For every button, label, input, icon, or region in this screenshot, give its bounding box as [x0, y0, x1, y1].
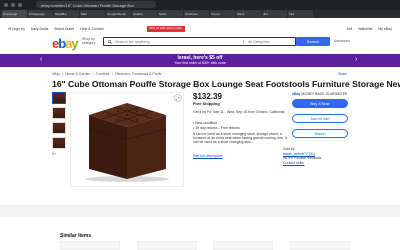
ottoman-illustration: [71, 93, 183, 186]
thumbnail[interactable]: [52, 122, 66, 134]
minimize-window-icon[interactable]: [11, 3, 15, 7]
thumbnail[interactable]: [52, 137, 66, 149]
bookmark-item[interactable]: Jira: [262, 10, 287, 18]
thumbnail[interactable]: [52, 107, 66, 119]
money-back-guarantee: eBay MONEY BACK GUARANTEE: [292, 92, 348, 96]
breadcrumb-item[interactable]: Ottomans, Footstools & Poufs: [115, 72, 162, 76]
seller-info: Sold by taisen_abbott77 (31) 98.4% Posit…: [283, 147, 353, 165]
share-link[interactable]: Share: [338, 72, 347, 76]
brand-outlet-link[interactable]: Brand Outlet: [54, 27, 74, 31]
chevron-left-icon[interactable]: ‹: [40, 56, 42, 63]
ebay-logo[interactable]: ebay: [52, 36, 79, 51]
product-title: 16" Cube Ottoman Pouffe Storage Box Loun…: [52, 79, 400, 89]
sell-link[interactable]: Sell: [346, 27, 352, 31]
address-bar[interactable]: ebay.com/itm/16" Cube Ottoman Pouffe Sto…: [36, 1, 156, 8]
thumbnail-strip: 5+: [52, 92, 66, 156]
similar-item-card[interactable]: [136, 241, 197, 250]
item-price: $132.39: [193, 92, 222, 101]
watch-button[interactable]: Watch: [292, 129, 348, 138]
watchlist-link[interactable]: Watchlist: [358, 27, 372, 31]
similar-item-card[interactable]: [289, 241, 350, 250]
advanced-search-link[interactable]: Advanced: [334, 39, 350, 43]
browser-titlebar: ebay.com/itm/16" Cube Ottoman Pouffe Sto…: [0, 0, 400, 10]
bookmark-item[interactable]: Teams: [210, 10, 235, 18]
bookmark-item[interactable]: MessBar: [54, 10, 79, 18]
similar-items-row: [60, 241, 350, 250]
breadcrumb-item[interactable]: Furniture: [96, 72, 110, 76]
category-select[interactable]: All Categories: [243, 39, 291, 44]
bookmark-item[interactable]: Grad page: [2, 10, 27, 18]
maximize-window-icon[interactable]: [18, 3, 22, 7]
search-button[interactable]: Search: [296, 37, 330, 46]
bookmark-item[interactable]: Google Books: [106, 10, 131, 18]
window-controls: [4, 3, 22, 7]
item-highlights: • New condition • 30 day returns - Free …: [193, 121, 240, 130]
bookmark-item[interactable]: Tips: [288, 10, 313, 18]
utility-right: Sell Watchlist My eBay: [346, 27, 392, 31]
promo-badge[interactable]: 20% off with promo code: [147, 26, 185, 32]
chevron-right-icon[interactable]: ›: [355, 56, 357, 63]
thumbnail[interactable]: [52, 92, 66, 104]
similar-items-heading: Similar Items: [60, 233, 92, 239]
search-placeholder: Search for anything: [115, 39, 150, 44]
expand-icon[interactable]: ⤢: [174, 94, 182, 102]
daily-deals-link[interactable]: Daily Deals: [31, 27, 49, 31]
bookmark-item[interactable]: M language: [28, 10, 53, 18]
buy-it-now-button[interactable]: Buy It Now: [292, 99, 348, 108]
utility-bar: Hi (sign in) Daily Deals Brand Outlet He…: [0, 26, 400, 32]
promo-banner[interactable]: ‹ Israel, here's $5 off Your first order…: [0, 54, 400, 67]
highlight-returns: • 30 day returns - Free returns: [193, 125, 240, 130]
breadcrumb: eBay › Home & Garden › Furniture › Ottom…: [52, 72, 162, 76]
similar-item-card[interactable]: [213, 241, 274, 250]
search-input[interactable]: Search for anything All Categories: [103, 37, 296, 46]
contact-seller-link[interactable]: Contact seller: [283, 161, 353, 166]
similar-item-card[interactable]: [60, 241, 120, 250]
more-photos-count[interactable]: 5+: [52, 152, 66, 156]
product-image[interactable]: [70, 92, 184, 187]
bookmark-item[interactable]: Guides: [132, 10, 157, 18]
section-divider: [0, 205, 400, 217]
close-window-icon[interactable]: [4, 3, 8, 7]
short-description: It can be used as a shoe changing stool,…: [193, 132, 288, 144]
shop-by-category[interactable]: Shop by category: [82, 37, 102, 45]
bookmark-item[interactable]: OneDrive: [184, 10, 209, 18]
bookmark-item[interactable]: Mail: [80, 10, 105, 18]
site-header: ebay Shop by category Search for anythin…: [0, 33, 400, 53]
see-full-description-link[interactable]: See full description: [193, 154, 223, 158]
my-ebay-link[interactable]: My eBay: [378, 27, 392, 31]
delivery-estimate: Get it by Fri, Sep 11 - Wed, Sep 16 from…: [193, 110, 285, 114]
help-contact-link[interactable]: Help & Contact: [80, 27, 104, 31]
bookmark-item[interactable]: Store: [158, 10, 183, 18]
breadcrumb-item[interactable]: Home & Garden: [65, 72, 90, 76]
sign-in-link[interactable]: Hi (sign in): [8, 27, 25, 31]
breadcrumb-item[interactable]: eBay: [52, 72, 60, 76]
bookmarks-bar: Grad page M language MessBar Mail Google…: [0, 10, 400, 18]
add-to-cart-button[interactable]: Add to cart: [292, 114, 348, 123]
banner-subtext: Your first order of $30+ with code: [174, 61, 226, 65]
shipping-info: Free Shipping: [193, 101, 220, 106]
bookmark-item[interactable]: Slack: [236, 10, 261, 18]
search-icon: [108, 39, 112, 44]
